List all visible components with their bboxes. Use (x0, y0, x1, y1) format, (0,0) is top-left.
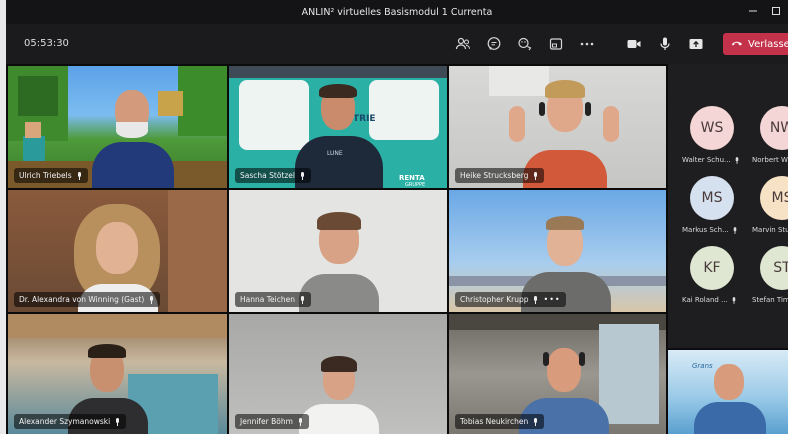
mic-icon[interactable] (655, 34, 675, 54)
leave-button[interactable]: Verlassen (723, 33, 788, 55)
participant-name-tag: Tobias Neukirchen (455, 414, 545, 429)
video-tile[interactable]: Heike Strucksberg (449, 66, 666, 188)
roster-name: Walter Schu... (682, 156, 740, 164)
video-tile[interactable]: Christopher Krupp ••• (449, 190, 666, 312)
mic-icon (298, 417, 302, 426)
participant-name-tag: Alexander Szymanowski (14, 414, 127, 429)
mic-icon (534, 295, 538, 304)
mic-icon (300, 295, 304, 304)
mic-icon (735, 156, 738, 164)
banner-text: RENTA (399, 174, 425, 182)
pip-person-head (714, 364, 744, 400)
participant-name-tag: Hanna Teichen (235, 292, 311, 307)
roster-name: Kai Roland ... (682, 296, 737, 304)
shirt-print: LUNE (327, 150, 343, 157)
participant-name-tag: Sascha Stötzel (235, 168, 311, 183)
video-tile[interactable]: TRIE RENTA GRUPPE LUNE Sascha Stötzel (229, 66, 447, 188)
avatar[interactable]: ST (760, 246, 788, 290)
mic-icon (116, 417, 120, 426)
video-tile[interactable]: Tobias Neukirchen (449, 314, 666, 434)
window-title: ANLIN² virtuelles Basismodul 1 Currenta (301, 6, 493, 18)
pip-logo: Grans (692, 362, 713, 370)
participant-video (92, 84, 174, 188)
participant-video: LUNE (295, 84, 383, 188)
avatar[interactable]: MS (690, 176, 734, 220)
leave-label: Verlassen (748, 38, 788, 50)
participant-name-tag: Heike Strucksberg (455, 168, 545, 183)
camera-icon[interactable] (624, 34, 644, 54)
roster-name: Marvin Stu (752, 226, 788, 234)
mic-icon (77, 171, 81, 180)
meeting-toolbar: 05:53:30 Verlassen (6, 24, 788, 64)
meeting-timer: 05:53:30 (24, 38, 69, 49)
more-icon[interactable] (577, 34, 597, 54)
minimize-icon[interactable] (748, 6, 758, 16)
share-icon[interactable] (686, 34, 706, 54)
banner-text: GRUPPE (405, 182, 426, 188)
participant-name-tag: Dr. Alexandra von Winning (Gast) (14, 292, 161, 307)
roster-name: Markus Sch... (682, 226, 738, 234)
hangup-icon (731, 39, 743, 50)
teams-meeting-window: ANLIN² virtuelles Basismodul 1 Currenta … (0, 0, 788, 434)
avatar[interactable]: KF (690, 246, 734, 290)
roster-name: Stefan Tim (752, 296, 788, 304)
chat-icon[interactable] (484, 34, 504, 54)
mic-icon (534, 171, 538, 180)
video-tile[interactable]: Dr. Alexandra von Winning (Gast) (8, 190, 227, 312)
mic-icon (733, 226, 737, 234)
more-options-icon[interactable]: ••• (543, 295, 560, 304)
participant-name-tag: Jennifer Böhm (235, 414, 309, 429)
video-grid: Ulrich Triebels TRIE RENTA GRUPPE LUNE S… (6, 64, 668, 434)
reactions-icon[interactable] (515, 34, 535, 54)
participant-name-tag: Ulrich Triebels (14, 168, 88, 183)
video-tile[interactable]: Hanna Teichen (229, 190, 447, 312)
mic-icon (150, 295, 154, 304)
mic-icon (732, 296, 736, 304)
mic-icon (301, 171, 304, 180)
mic-icon (534, 417, 538, 426)
avatar[interactable]: NW (760, 106, 788, 150)
avatar[interactable]: MS (760, 176, 788, 220)
video-tile[interactable]: Ulrich Triebels (8, 66, 227, 188)
title-bar: ANLIN² virtuelles Basismodul 1 Currenta (6, 0, 788, 24)
self-view-video[interactable]: Grans (668, 350, 788, 434)
roster-name: Norbert W (752, 156, 788, 164)
participant-name-tag: Christopher Krupp ••• (455, 292, 566, 307)
people-icon[interactable] (453, 34, 473, 54)
video-tile[interactable]: Alexander Szymanowski (8, 314, 227, 434)
participant-video (299, 356, 379, 434)
avatar[interactable]: WS (690, 106, 734, 150)
participant-roster: WS Walter Schu... NW Norbert W MS Markus… (668, 64, 788, 348)
rooms-icon[interactable] (546, 34, 566, 54)
participant-video (299, 212, 379, 312)
video-tile[interactable]: Jennifer Böhm (229, 314, 447, 434)
pip-person-body (694, 402, 766, 434)
maximize-icon[interactable] (771, 6, 781, 16)
